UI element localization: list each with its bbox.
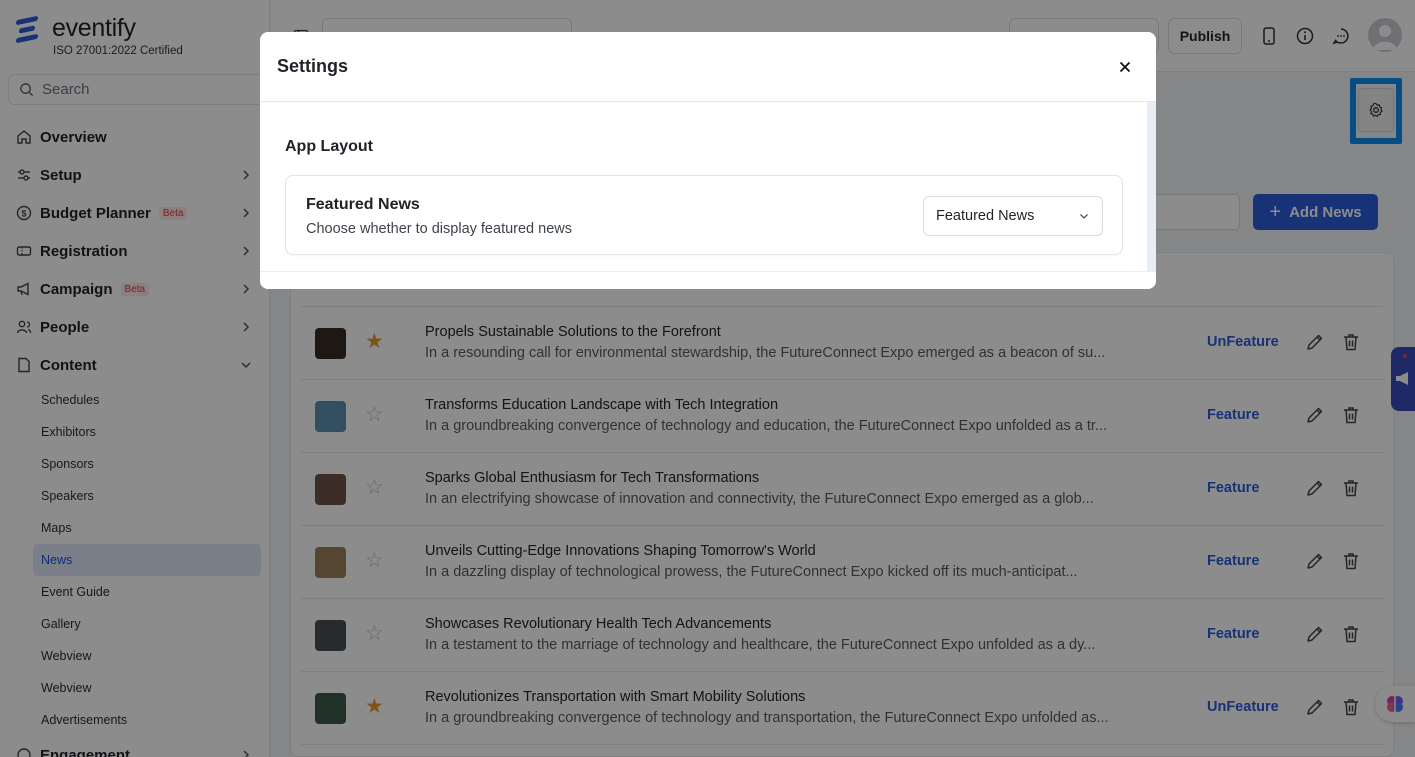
setting-title: Featured News [306,196,420,213]
select-value: Featured News [936,208,1035,224]
modal-title: Settings [277,56,349,76]
chevron-down-icon [1078,210,1090,222]
section-heading: App Layout [285,138,373,155]
close-button[interactable] [1111,53,1139,81]
featured-news-select[interactable]: Featured News [923,196,1103,236]
featured-news-setting-card: Featured News Choose whether to display … [285,175,1123,255]
settings-modal: Settings App Layout Featured News Choose… [260,32,1156,289]
modal-header: Settings [260,32,1156,102]
modal-divider [260,271,1147,272]
modal-body: App Layout Featured News Choose whether … [260,102,1156,272]
modal-scrollbar[interactable] [1147,102,1156,272]
setting-description: Choose whether to display featured news [306,221,572,237]
close-icon [1119,61,1131,72]
